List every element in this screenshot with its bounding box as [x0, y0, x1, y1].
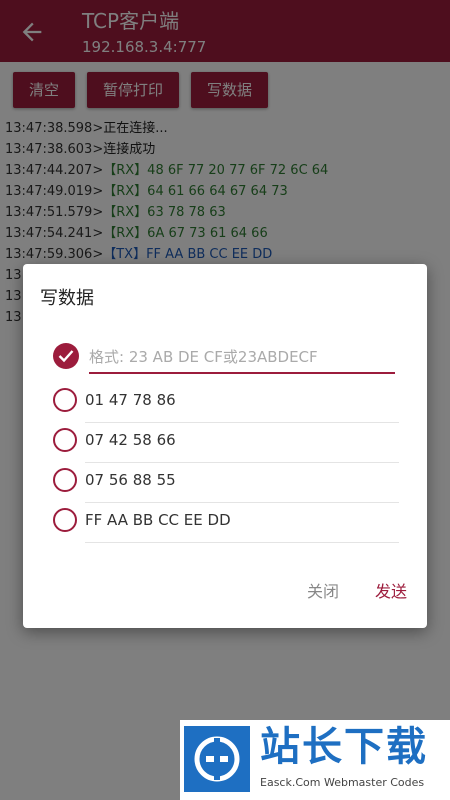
watermark: 站长下载 Easck.Com Webmaster Codes [180, 720, 450, 800]
send-button[interactable]: 发送 [375, 578, 407, 602]
watermark-title: 站长下载 [260, 724, 428, 770]
preset-option[interactable]: FF AA BB CC EE DD [53, 502, 399, 543]
radio-unchecked-icon[interactable] [53, 508, 77, 532]
preset-option[interactable]: 07 56 88 55 [53, 462, 399, 503]
preset-value: 07 56 88 55 [85, 462, 399, 503]
preset-value: 07 42 58 66 [85, 422, 399, 463]
radio-unchecked-icon[interactable] [53, 428, 77, 452]
custom-input-option [53, 338, 399, 378]
radio-unchecked-icon[interactable] [53, 468, 77, 492]
preset-value: 01 47 78 86 [85, 382, 399, 423]
preset-option[interactable]: 07 42 58 66 [53, 422, 399, 463]
dialog-title: 写数据 [40, 288, 94, 309]
radio-unchecked-icon[interactable] [53, 388, 77, 412]
close-button[interactable]: 关闭 [307, 578, 339, 602]
hex-data-input[interactable] [89, 342, 395, 374]
site-logo-icon [184, 726, 250, 792]
radio-checked-icon[interactable] [53, 343, 79, 369]
write-data-dialog: 写数据 01 47 78 86 07 42 58 66 07 56 88 55 … [23, 264, 427, 628]
preset-option[interactable]: 01 47 78 86 [53, 382, 399, 423]
watermark-subtitle: Easck.Com Webmaster Codes [260, 776, 425, 789]
preset-value: FF AA BB CC EE DD [85, 502, 399, 543]
